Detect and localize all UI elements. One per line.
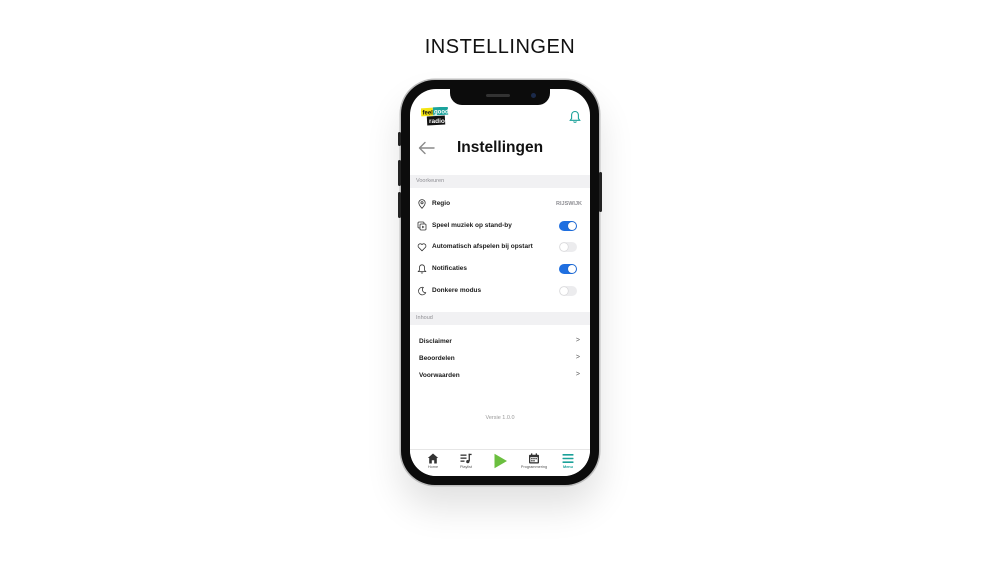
- tab-label: Menu: [563, 465, 573, 469]
- link-row-label: Beoordelen: [419, 355, 455, 362]
- svg-text:radio: radio: [429, 118, 445, 125]
- link-row-label: Voorwaarden: [419, 372, 460, 379]
- copy-play-icon: [417, 221, 427, 231]
- phone-frame: feel good radio Instellingen Voorkeuren …: [398, 80, 602, 485]
- section-header-voorkeuren: Voorkeuren: [410, 175, 590, 188]
- tab-label: Programmering: [520, 465, 548, 469]
- svg-text:good: good: [434, 109, 449, 115]
- chevron-right-icon: >: [575, 371, 580, 378]
- page-heading: INSTELLINGEN: [424, 36, 576, 58]
- menu-icon: [562, 454, 574, 463]
- power-button: [599, 172, 602, 212]
- link-row-voorwaarden[interactable]: Voorwaarden >: [410, 369, 590, 383]
- settings-row-autoplay: Automatisch afspelen bij opstart: [410, 240, 590, 254]
- settings-row-label: Notificaties: [432, 265, 468, 272]
- notch: [450, 89, 550, 105]
- section-header-inhoud: Inhoud: [410, 312, 590, 325]
- dark-mode-toggle[interactable]: [559, 286, 577, 296]
- settings-row-standby: Speel muziek op stand-by: [410, 219, 590, 233]
- tab-home[interactable]: Home: [418, 453, 448, 469]
- svg-text:feel: feel: [423, 110, 434, 116]
- tab-bar: Home Playlist Programmering Menu: [410, 449, 590, 476]
- volume-down-button: [398, 192, 401, 218]
- settings-row-regio[interactable]: Regio RIJSWIJK: [410, 197, 590, 211]
- bell-icon[interactable]: [569, 110, 581, 124]
- tab-label: Home: [427, 465, 439, 469]
- standby-toggle[interactable]: [559, 221, 577, 231]
- heart-icon: [417, 243, 427, 252]
- settings-row-dark-mode: Donkere modus: [410, 284, 590, 298]
- link-row-label: Disclaimer: [419, 338, 452, 345]
- tab-programmering[interactable]: Programmering: [519, 453, 549, 469]
- tab-label: Playlist: [459, 465, 473, 469]
- tab-menu[interactable]: Menu: [553, 453, 583, 469]
- tab-playlist[interactable]: Playlist: [451, 453, 481, 469]
- screen-title: Instellingen: [456, 139, 544, 156]
- calendar-icon: [529, 453, 539, 464]
- home-icon: [427, 453, 439, 464]
- link-row-disclaimer[interactable]: Disclaimer >: [410, 335, 590, 349]
- link-row-beoordelen[interactable]: Beoordelen >: [410, 352, 590, 366]
- location-pin-icon: [418, 199, 426, 209]
- autoplay-toggle[interactable]: [559, 242, 577, 252]
- settings-row-label: Automatisch afspelen bij opstart: [432, 243, 533, 250]
- feel-good-radio-logo: feel good radio: [421, 107, 449, 126]
- playlist-icon: [460, 453, 472, 464]
- settings-row-notifications: Notificaties: [410, 262, 590, 276]
- region-value: RIJSWIJK: [556, 200, 582, 207]
- moon-icon: [418, 286, 427, 296]
- settings-row-label: Regio: [432, 200, 451, 207]
- settings-row-label: Speel muziek op stand-by: [432, 222, 512, 229]
- bell-icon: [417, 264, 427, 274]
- play-icon: [494, 453, 507, 469]
- app-screen: feel good radio Instellingen Voorkeuren …: [410, 89, 590, 476]
- volume-up-button: [398, 160, 401, 186]
- notifications-toggle[interactable]: [559, 264, 577, 274]
- chevron-right-icon: >: [575, 337, 580, 344]
- silent-switch: [398, 132, 401, 146]
- tab-play[interactable]: [485, 453, 515, 469]
- settings-row-label: Donkere modus: [432, 287, 482, 294]
- chevron-right-icon: >: [575, 354, 580, 361]
- version-label: Versie 1.0.0: [485, 415, 515, 421]
